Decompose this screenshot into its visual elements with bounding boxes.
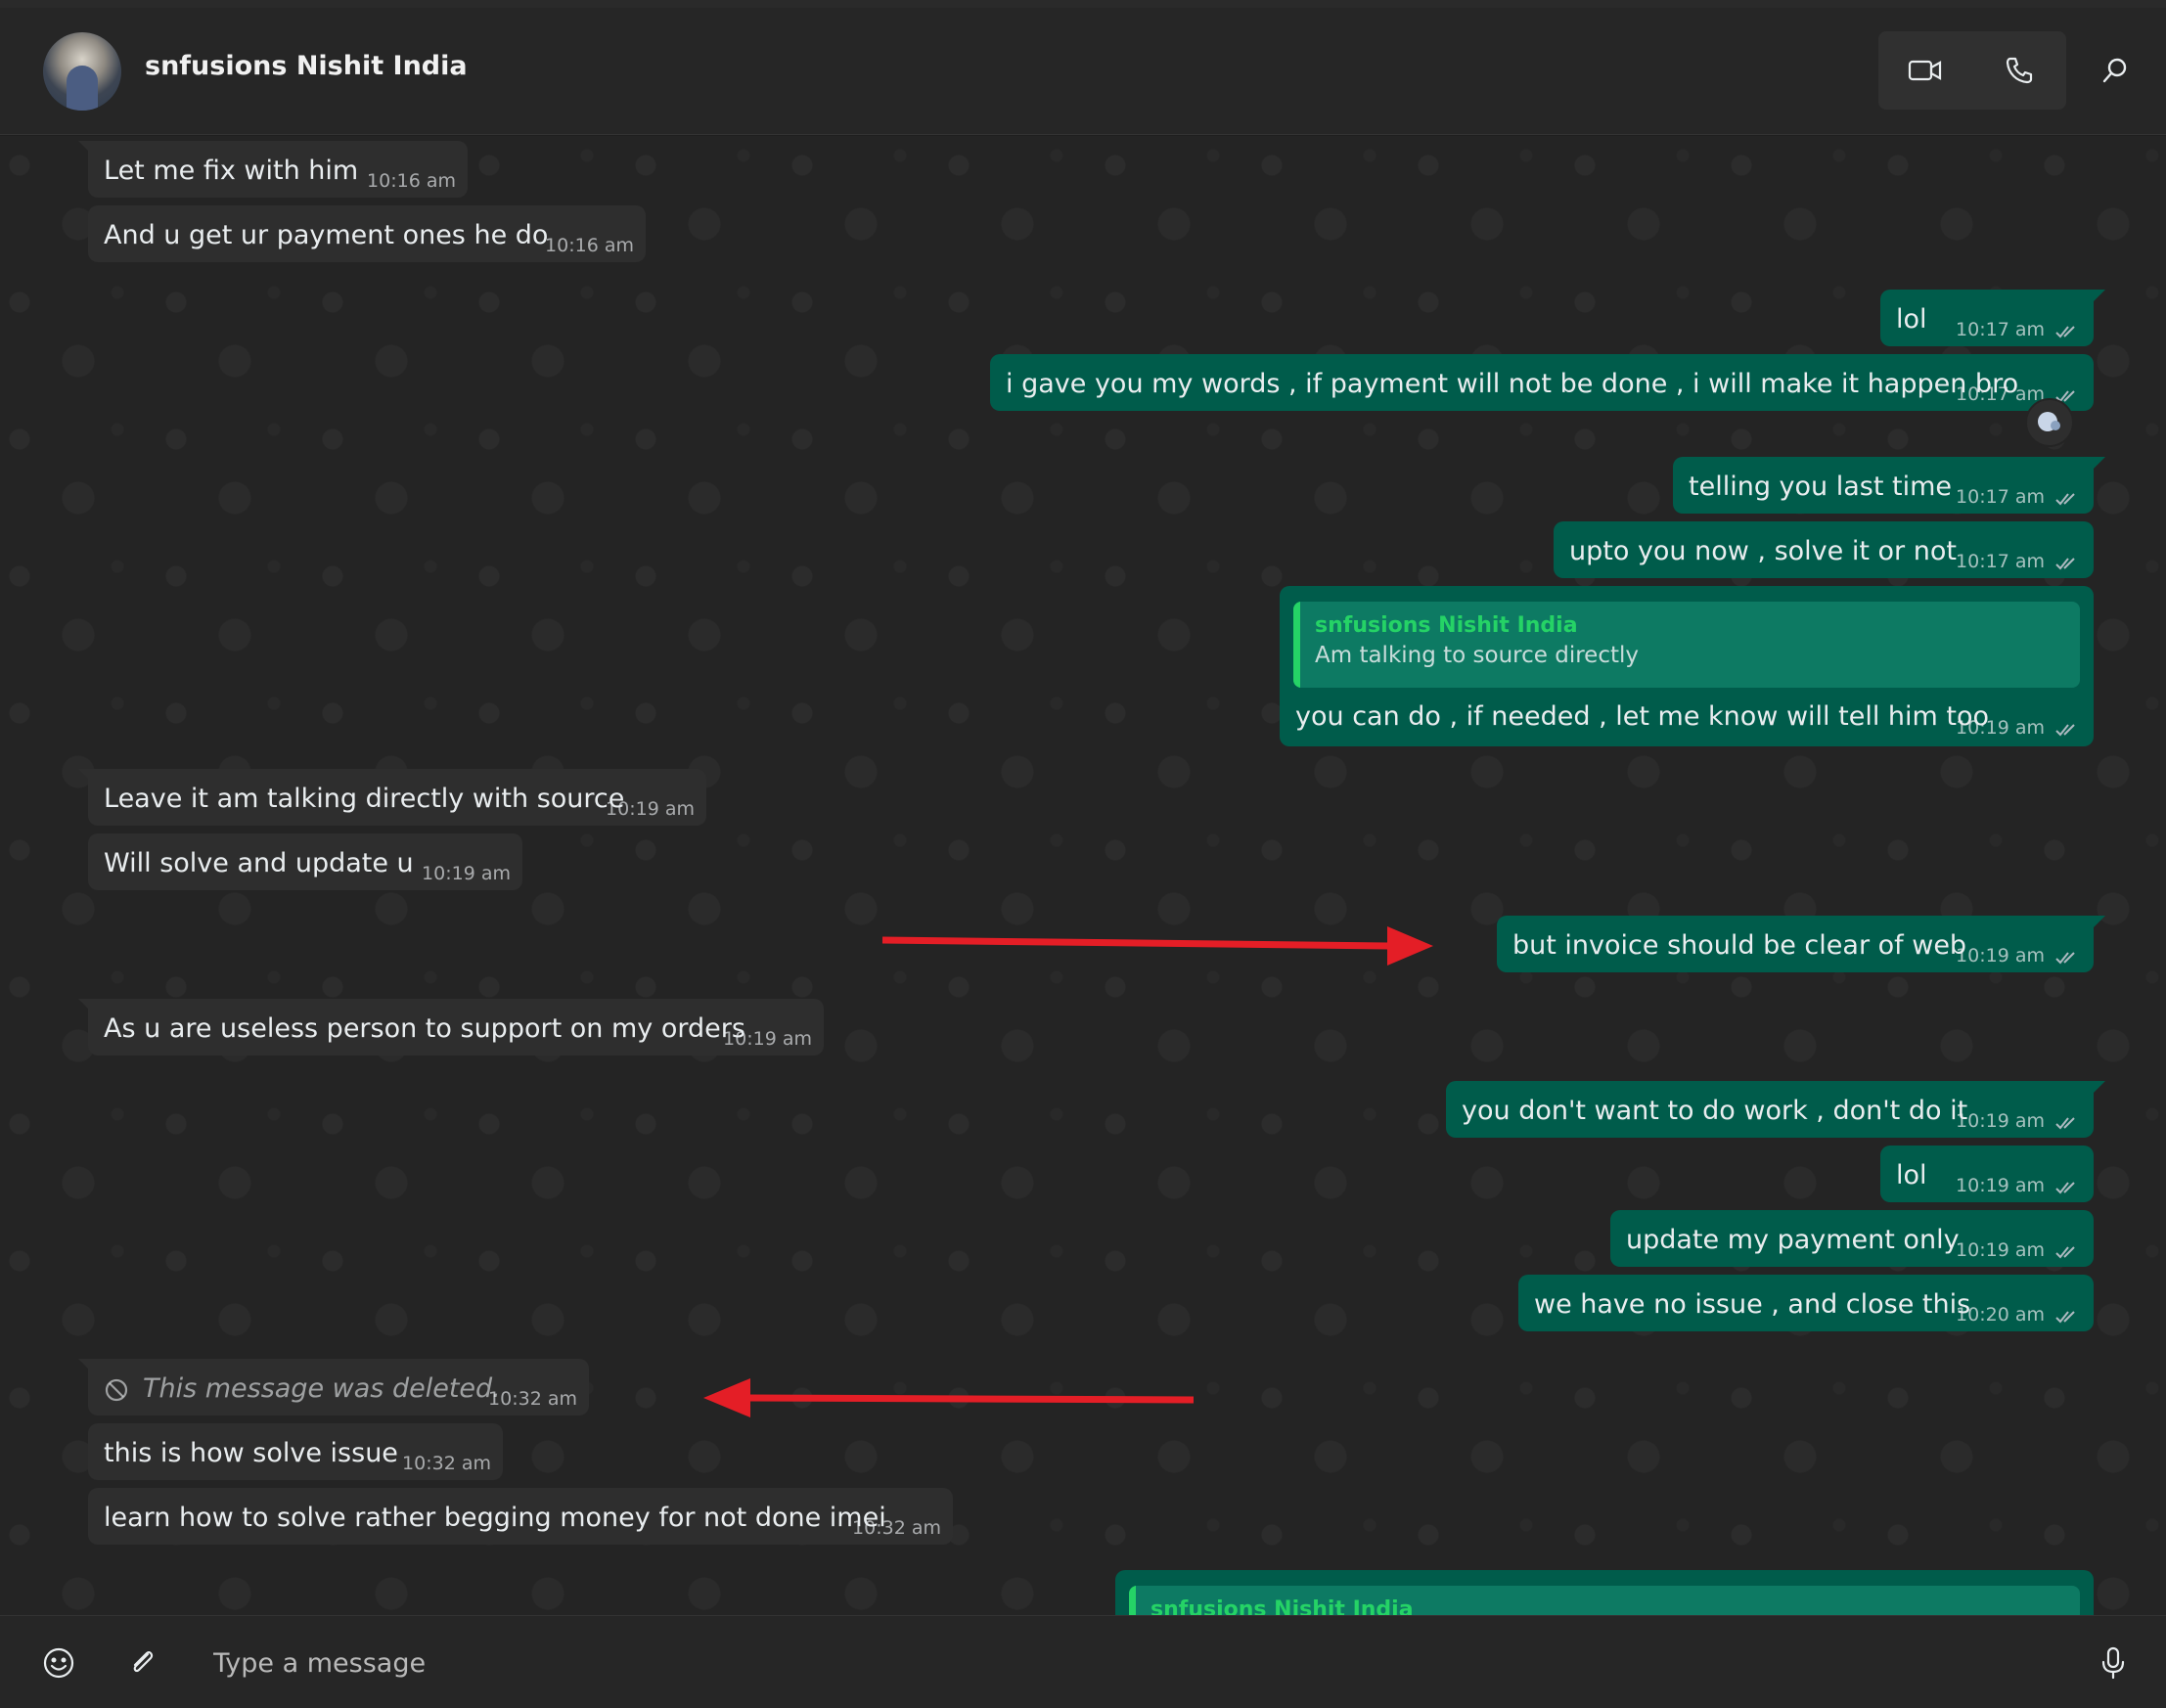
message-text: As u are useless person to support on my… xyxy=(104,1013,745,1044)
read-receipt-icon xyxy=(2055,326,2075,338)
chat-header: snfusions Nishit India xyxy=(0,8,2166,135)
message-text: update my payment only xyxy=(1626,1225,1960,1255)
message-composer xyxy=(0,1615,2166,1708)
message-input[interactable] xyxy=(200,1632,2058,1694)
message-time: 10:19 am xyxy=(1956,1175,2045,1196)
quote-author: snfusions Nishit India xyxy=(1151,1597,1414,1616)
read-receipt-icon xyxy=(2055,952,2075,965)
read-receipt-icon xyxy=(2055,724,2075,737)
message-text: learn how to solve rather begging money … xyxy=(104,1503,886,1533)
message-outgoing[interactable]: telling you last time 10:17 am xyxy=(1673,457,2105,514)
message-text: Let me fix with him xyxy=(104,156,359,186)
voice-call-button[interactable] xyxy=(1972,31,2066,110)
message-text: but invoice should be clear of web xyxy=(1512,930,1967,961)
quote-text: Am talking to source directly xyxy=(1315,643,1639,668)
message-text: lol xyxy=(1896,304,1927,335)
read-receipt-icon xyxy=(2055,1311,2075,1324)
message-incoming-deleted[interactable]: This message was deleted. 10:32 am xyxy=(78,1359,589,1416)
microphone-icon xyxy=(2101,1646,2125,1680)
search-button[interactable] xyxy=(2076,31,2154,110)
message-incoming[interactable]: this is how solve issue 10:32 am xyxy=(88,1423,503,1480)
message-text: you don't want to do work , don't do it xyxy=(1462,1096,1968,1126)
read-receipt-icon xyxy=(2055,1117,2075,1130)
read-receipt-icon xyxy=(2055,1182,2075,1194)
message-outgoing-reply[interactable]: snfusions Nishit India xyxy=(1115,1570,2094,1615)
message-time: 10:17 am xyxy=(1956,319,2045,340)
message-time: 10:17 am xyxy=(1956,383,2045,405)
voice-call-icon xyxy=(2006,57,2033,84)
message-time: 10:32 am xyxy=(402,1453,491,1474)
emoji-icon xyxy=(43,1647,74,1679)
avatar[interactable] xyxy=(43,32,121,111)
message-incoming[interactable]: Let me fix with him 10:16 am xyxy=(78,141,468,198)
deleted-message-icon xyxy=(105,1378,128,1402)
attach-button[interactable] xyxy=(113,1634,172,1692)
contact-name[interactable]: snfusions Nishit India xyxy=(145,51,468,81)
message-time: 10:17 am xyxy=(1956,486,2045,508)
message-time: 10:19 am xyxy=(1956,1239,2045,1261)
message-incoming[interactable]: learn how to solve rather begging money … xyxy=(88,1488,953,1545)
message-time: 10:19 am xyxy=(1956,1110,2045,1132)
attach-icon xyxy=(133,1651,154,1673)
message-time: 10:32 am xyxy=(852,1517,941,1539)
quote-accent-bar xyxy=(1293,602,1300,688)
quoted-message[interactable]: snfusions Nishit India xyxy=(1129,1586,2080,1615)
message-time: 10:17 am xyxy=(1956,551,2045,572)
message-incoming[interactable]: Leave it am talking directly with source… xyxy=(78,769,706,826)
message-text: lol xyxy=(1896,1160,1927,1191)
window-top-strip xyxy=(0,0,2166,8)
message-incoming[interactable]: And u get ur payment ones he do 10:16 am xyxy=(88,205,646,262)
message-text: upto you now , solve it or not xyxy=(1569,536,1957,566)
message-outgoing[interactable]: lol 10:17 am xyxy=(1880,290,2105,346)
quote-accent-bar xyxy=(1129,1586,1136,1615)
annotation-arrow-right xyxy=(881,926,1433,966)
read-receipt-icon xyxy=(2055,558,2075,570)
message-text: i gave you my words , if payment will no… xyxy=(1006,369,2019,399)
message-incoming[interactable]: Will solve and update u 10:19 am xyxy=(88,833,522,890)
message-text: And u get ur payment ones he do xyxy=(104,220,549,250)
video-call-icon xyxy=(1908,60,1942,81)
message-text: this is how solve issue xyxy=(104,1438,398,1468)
message-outgoing[interactable]: upto you now , solve it or not 10:17 am xyxy=(1554,521,2094,578)
message-outgoing[interactable]: i gave you my words , if payment will no… xyxy=(990,354,2094,411)
message-outgoing[interactable]: lol 10:19 am xyxy=(1880,1146,2094,1202)
message-list[interactable]: Let me fix with him 10:16 am And u get u… xyxy=(0,136,2166,1615)
video-call-button[interactable] xyxy=(1878,31,1972,110)
message-time: 10:19 am xyxy=(1956,717,2045,739)
voice-message-button[interactable] xyxy=(2084,1634,2143,1692)
message-time: 10:16 am xyxy=(367,170,456,192)
reaction-emoji-icon xyxy=(2038,412,2060,431)
message-incoming[interactable]: As u are useless person to support on my… xyxy=(78,999,824,1056)
message-reaction[interactable] xyxy=(2025,398,2074,447)
message-outgoing[interactable]: you don't want to do work , don't do it … xyxy=(1446,1081,2105,1138)
message-time: 10:32 am xyxy=(488,1388,577,1410)
message-text: we have no issue , and close this xyxy=(1534,1289,1971,1320)
message-time: 10:19 am xyxy=(723,1028,812,1050)
search-icon xyxy=(2102,58,2127,83)
message-outgoing-reply[interactable]: snfusions Nishit India Am talking to sou… xyxy=(1280,586,2094,746)
message-text: Leave it am talking directly with source xyxy=(104,784,625,814)
message-time: 10:16 am xyxy=(545,235,634,256)
annotation-arrow-left xyxy=(703,1378,1195,1417)
message-text: you can do , if needed , let me know wil… xyxy=(1295,701,1990,732)
message-time: 10:20 am xyxy=(1956,1304,2045,1326)
message-time: 10:19 am xyxy=(422,863,511,884)
quote-author: snfusions Nishit India xyxy=(1315,613,1578,638)
message-time: 10:19 am xyxy=(1956,945,2045,966)
message-outgoing[interactable]: we have no issue , and close this 10:20 … xyxy=(1518,1275,2094,1331)
quoted-message[interactable]: snfusions Nishit India Am talking to sou… xyxy=(1293,602,2080,688)
read-receipt-icon xyxy=(2055,1246,2075,1259)
message-outgoing[interactable]: but invoice should be clear of web 10:19… xyxy=(1497,916,2105,972)
emoji-button[interactable] xyxy=(29,1634,88,1692)
call-button-group xyxy=(1878,31,2066,110)
message-time: 10:19 am xyxy=(606,798,695,820)
read-receipt-icon xyxy=(2055,493,2075,506)
message-outgoing[interactable]: update my payment only 10:19 am xyxy=(1610,1210,2094,1267)
message-text: This message was deleted. xyxy=(143,1373,501,1404)
message-text: telling you last time xyxy=(1689,472,1953,502)
message-text: Will solve and update u xyxy=(104,848,414,878)
